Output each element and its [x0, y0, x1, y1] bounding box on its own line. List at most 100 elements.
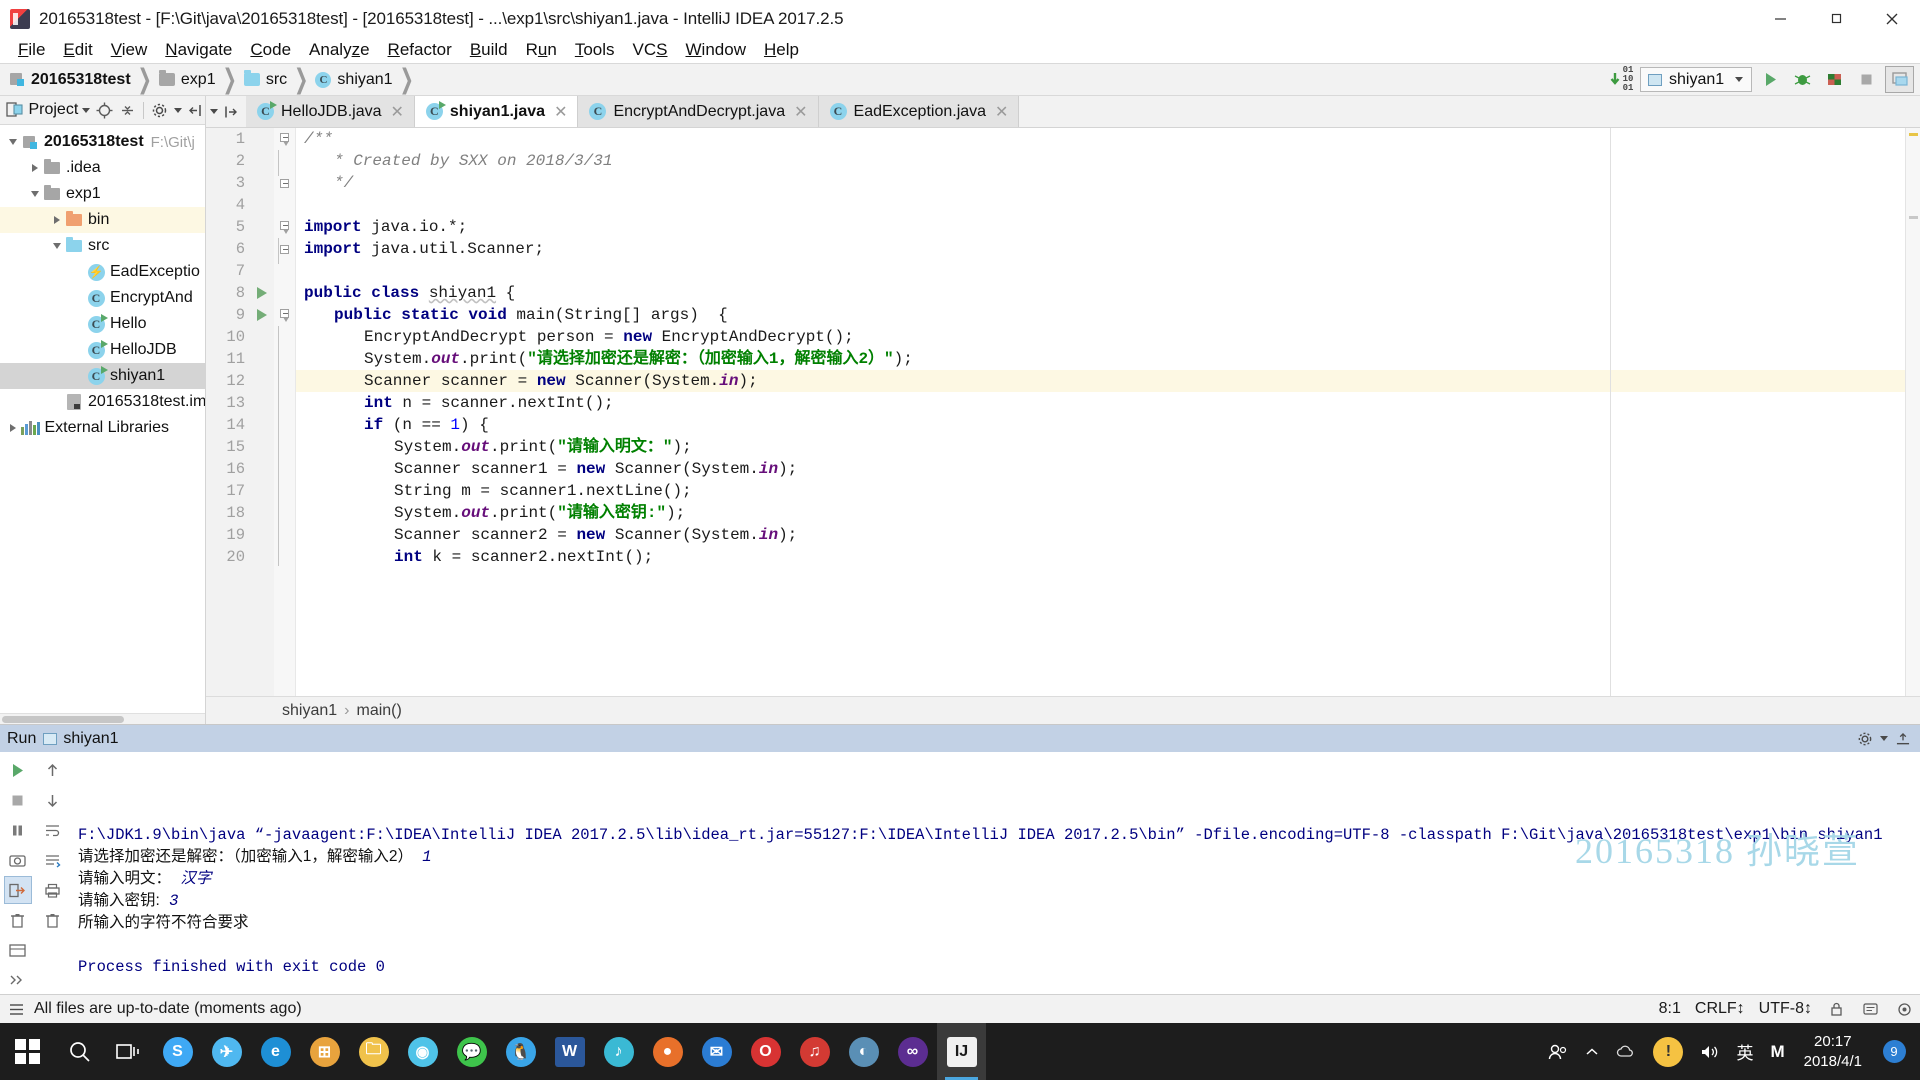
close-tab-icon[interactable]: ✕ — [995, 102, 1008, 122]
tree-node-hello[interactable]: C Hello — [0, 311, 205, 337]
warning-stripe[interactable] — [1909, 133, 1918, 136]
gutter-markers[interactable] — [250, 128, 274, 696]
run-actions-column[interactable] — [0, 752, 35, 994]
app-messenger[interactable]: ✈ — [202, 1023, 251, 1080]
code-text-area[interactable]: /** * Created by SXX on 2018/3/31 */ impor… — [296, 128, 1905, 696]
event-log-icon[interactable] — [1860, 999, 1880, 1019]
breadcrumb-item-shiyan1[interactable]: Cshiyan1 — [315, 71, 393, 89]
code-line[interactable]: Scanner scanner1 = new Scanner(System.in… — [296, 458, 1905, 480]
scroll-to-end-button[interactable] — [39, 846, 67, 874]
gutter-mark[interactable] — [250, 260, 274, 282]
gutter-mark[interactable] — [250, 216, 274, 238]
code-line[interactable]: System.out.print("请输入密钥:"); — [296, 502, 1905, 524]
gutter-mark[interactable] — [250, 348, 274, 370]
tabs-jump-icon[interactable] — [220, 101, 242, 123]
console-actions-column[interactable] — [35, 752, 70, 994]
app-visualstudio[interactable]: ∞ — [888, 1023, 937, 1080]
people-icon[interactable] — [1541, 1023, 1575, 1080]
app-steam[interactable]: ◐ — [839, 1023, 888, 1080]
task-view-button[interactable] — [104, 1023, 153, 1080]
run-line-icon[interactable] — [257, 309, 267, 321]
gutter-mark[interactable] — [250, 194, 274, 216]
fold-collapse-icon[interactable] — [280, 132, 290, 146]
pause-button[interactable] — [4, 816, 32, 844]
console-output[interactable]: 20165318 孙晓萱 F:\JDK1.9\bin\java “-javaag… — [70, 752, 1920, 994]
editor-tab-EncryptAndDecrypt-java[interactable]: C EncryptAndDecrypt.java ✕ — [578, 96, 819, 127]
close-tab-icon[interactable]: ✕ — [794, 102, 807, 122]
tree-node-20165318test[interactable]: 20165318test F:\Git\j — [0, 129, 205, 155]
editor-tab-shiyan1-java[interactable]: Cshiyan1.java ✕ — [414, 96, 579, 127]
stop-button[interactable] — [4, 786, 32, 814]
gutter-mark[interactable] — [250, 392, 274, 414]
soft-wrap-button[interactable] — [39, 816, 67, 844]
exit-button[interactable] — [3, 876, 32, 904]
gutter-mark[interactable] — [250, 150, 274, 172]
menu-item-edit[interactable]: Edit — [54, 38, 101, 62]
ime-indicator[interactable]: 英 — [1729, 1023, 1760, 1080]
tree-node-exp1[interactable]: exp1 — [0, 181, 205, 207]
start-button[interactable] — [0, 1023, 55, 1080]
print-button[interactable] — [39, 876, 67, 904]
project-tree[interactable]: 20165318test F:\Git\j .idea exp1 bin src ⚡ EadE… — [0, 125, 205, 713]
tree-node--idea[interactable]: .idea — [0, 155, 205, 181]
menu-item-refactor[interactable]: Refactor — [379, 38, 461, 62]
lock-icon[interactable] — [1826, 999, 1846, 1019]
app-qq[interactable]: 🐧 — [496, 1023, 545, 1080]
maximize-button[interactable] — [1808, 0, 1864, 37]
close-tab-icon[interactable]: ✕ — [390, 102, 403, 122]
menu-item-run[interactable]: Run — [517, 38, 566, 62]
menu-item-window[interactable]: Window — [677, 38, 755, 62]
code-line[interactable]: int n = scanner.nextInt(); — [296, 392, 1905, 414]
code-line[interactable]: System.out.print("请选择加密还是解密：（加密输入1，解密输入2… — [296, 348, 1905, 370]
caret-position[interactable]: 8:1 — [1659, 1000, 1681, 1018]
code-line[interactable]: Scanner scanner2 = new Scanner(System.in… — [296, 524, 1905, 546]
gutter-mark[interactable] — [250, 128, 274, 150]
code-line[interactable]: EncryptAndDecrypt person = new EncryptAn… — [296, 326, 1905, 348]
fold-mark[interactable] — [274, 194, 295, 216]
cloud-icon[interactable] — [1609, 1023, 1643, 1080]
tree-node-shiyan1[interactable]: Cshiyan1 — [0, 363, 205, 389]
breadcrumb-item-exp1[interactable]: exp1 — [158, 70, 216, 89]
fold-mark[interactable] — [274, 216, 295, 238]
run-coverage-button[interactable] — [1821, 67, 1848, 92]
code-line[interactable]: Scanner scanner = new Scanner(System.in)… — [296, 370, 1905, 392]
project-horizontal-scrollbar[interactable] — [0, 713, 205, 724]
fold-collapse-icon[interactable] — [280, 220, 290, 234]
status-menu-icon[interactable] — [6, 999, 26, 1019]
code-line[interactable]: */ — [296, 172, 1905, 194]
search-button[interactable] — [55, 1023, 104, 1080]
gutter-mark[interactable] — [250, 326, 274, 348]
tree-node-external-libraries[interactable]: External Libraries — [0, 415, 205, 441]
run-line-icon[interactable] — [257, 287, 267, 299]
menu-item-tools[interactable]: Tools — [566, 38, 624, 62]
code-line[interactable]: import java.io.*; — [296, 216, 1905, 238]
project-chevron-down-icon[interactable] — [82, 107, 91, 113]
compile-icon[interactable]: 01 10 01 — [1608, 66, 1635, 93]
code-folding-column[interactable] — [274, 128, 296, 696]
menu-item-build[interactable]: Build — [461, 38, 517, 62]
scroll-down-button[interactable] — [39, 786, 67, 814]
gutter-mark[interactable] — [250, 436, 274, 458]
hide-panel-icon[interactable] — [186, 99, 205, 121]
settings-chevron-down-icon[interactable] — [173, 107, 182, 113]
menu-item-help[interactable]: Help — [755, 38, 808, 62]
dump-threads-button[interactable] — [4, 846, 32, 874]
editor-gutter[interactable]: 1 2 3 4 5 6 7 8 9 10 11 12 13 14 15 16 17 18 19 20 — [206, 128, 274, 696]
app-opera[interactable]: O — [741, 1023, 790, 1080]
locate-file-icon[interactable] — [94, 99, 113, 121]
tree-node-eadexceptio[interactable]: ⚡ EadExceptio — [0, 259, 205, 285]
editor-error-stripe[interactable] — [1905, 128, 1920, 696]
app-wechat[interactable]: 💬 — [447, 1023, 496, 1080]
collapse-all-icon[interactable] — [118, 99, 137, 121]
code-line[interactable] — [296, 260, 1905, 282]
layout-button[interactable] — [1885, 66, 1914, 93]
gutter-mark[interactable] — [250, 546, 274, 568]
stop-button[interactable] — [1853, 67, 1880, 92]
breadcrumb-item-src[interactable]: src — [243, 70, 287, 89]
tree-expand-arrow[interactable] — [26, 164, 43, 172]
gutter-mark[interactable] — [250, 238, 274, 260]
tree-node-encryptand[interactable]: C EncryptAnd — [0, 285, 205, 311]
gutter-mark[interactable] — [250, 414, 274, 436]
gutter-mark[interactable] — [250, 172, 274, 194]
run-window-tab[interactable]: shiyan1 — [43, 730, 119, 748]
